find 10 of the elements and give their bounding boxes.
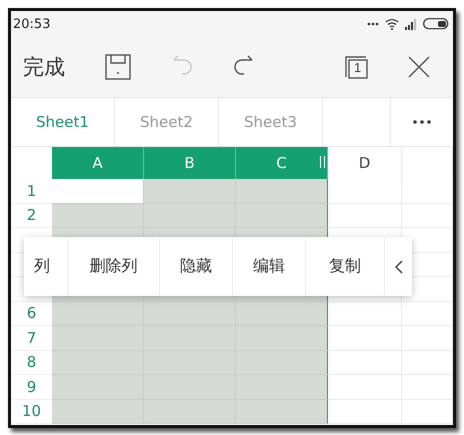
- column-header[interactable]: C: [236, 147, 328, 179]
- column-header[interactable]: B: [144, 147, 236, 179]
- menu-item[interactable]: 复制: [306, 237, 385, 296]
- menu-item[interactable]: 列: [24, 237, 68, 296]
- done-button[interactable]: 完成: [23, 53, 65, 81]
- status-time: 20:53: [13, 16, 50, 32]
- column-header[interactable]: A: [52, 147, 144, 179]
- menu-item[interactable]: 隐藏: [160, 237, 233, 296]
- menu-item[interactable]: 编辑: [233, 237, 306, 296]
- menu-item[interactable]: 删除列: [68, 237, 160, 296]
